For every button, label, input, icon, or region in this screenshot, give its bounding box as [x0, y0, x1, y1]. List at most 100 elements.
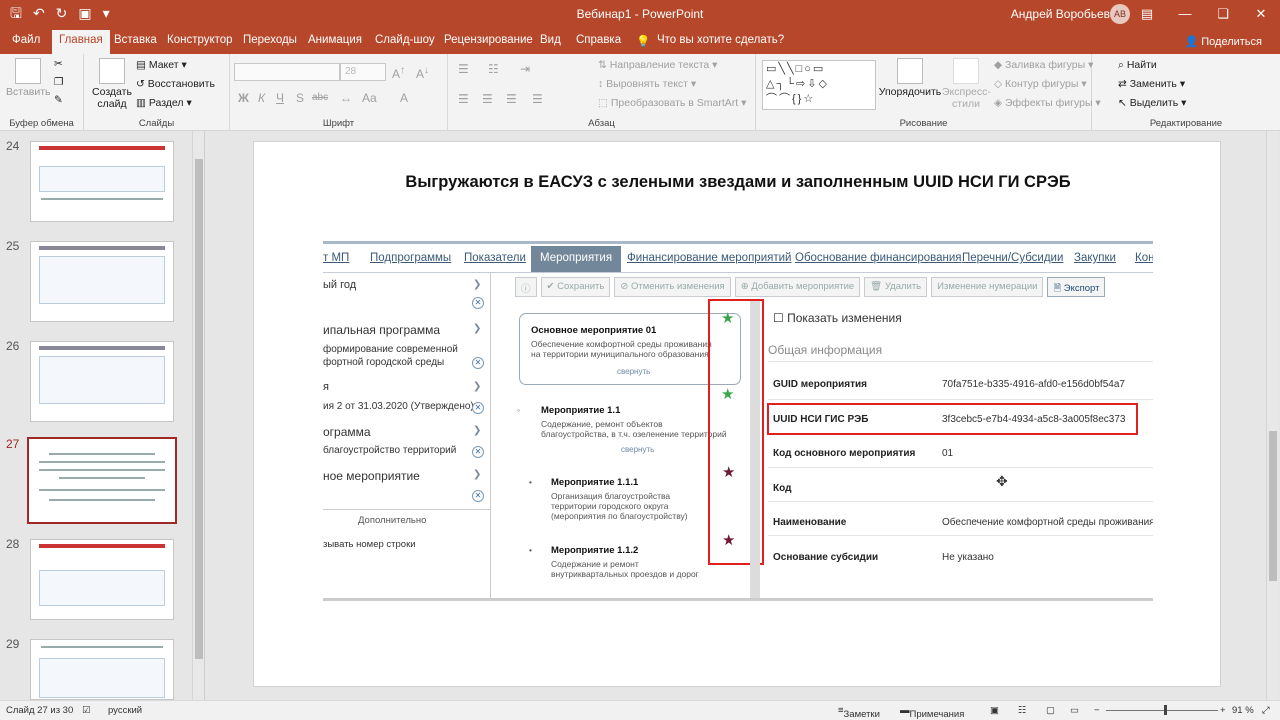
tab-help[interactable]: Справка: [576, 34, 621, 46]
group-slides: Создать слайд ▤ Макет ▾ ↺ Восстановить ▥…: [84, 54, 230, 131]
close-icon[interactable]: ✕: [1242, 0, 1280, 28]
shrink-font-icon[interactable]: A↓: [416, 65, 429, 81]
shape-effects-button[interactable]: ◈ Эффекты фигуры ▾: [994, 97, 1101, 109]
zoom-slider[interactable]: [1106, 710, 1218, 711]
bold-icon[interactable]: Ж: [238, 91, 249, 105]
avatar[interactable]: АВ: [1110, 4, 1130, 24]
italic-icon[interactable]: К: [258, 91, 265, 105]
arrange-button[interactable]: Упорядочить: [878, 58, 942, 98]
scrollbar-thumb[interactable]: [1269, 431, 1277, 581]
section-button[interactable]: ▥ Раздел ▾: [136, 97, 192, 109]
slide-thumbnail[interactable]: [30, 341, 174, 422]
shapes-gallery[interactable]: ▭╲╲□○▭ △┐└⇨⇩◇ ⌒⌒{}☆: [762, 60, 876, 110]
zoom-slider-thumb[interactable]: [1164, 705, 1167, 715]
share-button[interactable]: 👤 Поделиться: [1184, 35, 1262, 48]
scrollbar-thumb[interactable]: [195, 159, 203, 659]
embedded-screenshot[interactable]: т МП Подпрограммы Показатели Мероприятия…: [323, 241, 1153, 601]
chevron-right-icon: ❯: [473, 279, 482, 290]
strikethrough-icon[interactable]: abc: [312, 92, 328, 103]
tab-insert[interactable]: Вставка: [114, 34, 157, 46]
bullets-icon[interactable]: ☰: [458, 62, 469, 76]
slide-thumbnail[interactable]: [30, 539, 174, 620]
left-item: я: [323, 381, 329, 393]
tab-home[interactable]: Главная: [52, 30, 110, 54]
notes-button[interactable]: ≡ Заметки: [838, 705, 880, 720]
nav-procurement: Закупки: [1074, 252, 1116, 264]
thumb-title: [39, 246, 165, 250]
align-text-button[interactable]: ↕ Выровнять текст ▾: [598, 78, 696, 90]
reading-view-icon[interactable]: ▢: [1046, 705, 1055, 716]
spacing-icon[interactable]: ↔: [340, 91, 352, 105]
slide-scrollbar[interactable]: [1266, 131, 1278, 700]
underline-icon[interactable]: Ч: [276, 91, 284, 105]
shape-fill-button[interactable]: ◆ Заливка фигуры ▾: [994, 59, 1093, 71]
left-item: зывать номер строки: [323, 539, 416, 550]
export-button: 🗎 Экспорт: [1047, 277, 1106, 297]
slide-sorter-icon[interactable]: ☷: [1018, 705, 1027, 716]
align-text-label: Выровнять текст: [606, 78, 688, 90]
slide-canvas[interactable]: Выгружаются в ЕАСУЗ с зелеными звездами …: [253, 141, 1221, 687]
slide-thumbnail[interactable]: [30, 141, 174, 222]
language-indicator[interactable]: русский: [108, 705, 142, 716]
select-button[interactable]: ↖ Выделить ▾: [1118, 97, 1186, 109]
shadow-icon[interactable]: S: [296, 91, 304, 105]
align-left-icon[interactable]: ☰: [458, 92, 469, 106]
font-size-combo[interactable]: 28: [340, 63, 386, 81]
minimize-icon[interactable]: —: [1166, 0, 1204, 28]
font-name-combo[interactable]: [234, 63, 340, 81]
align-right-icon[interactable]: ☰: [506, 92, 517, 106]
slide-thumbnail-pane: 24 25 26 27 28 29: [0, 131, 205, 700]
tab-design[interactable]: Конструктор: [167, 34, 233, 46]
slideshow-icon[interactable]: ▭: [1070, 705, 1079, 716]
replace-button[interactable]: ⇄ Заменить ▾: [1118, 78, 1185, 90]
tell-me-box[interactable]: Что вы хотите сделать?: [657, 34, 784, 46]
shape-outline-button[interactable]: ◇ Контур фигуры ▾: [994, 78, 1087, 90]
fit-slide-icon[interactable]: ⤢: [1262, 705, 1270, 716]
paste-button[interactable]: Вставить: [6, 58, 51, 98]
restore-icon[interactable]: ❏: [1204, 0, 1242, 28]
slide-number: 27: [6, 437, 20, 451]
zoom-out-icon[interactable]: −: [1094, 705, 1100, 716]
zoom-level[interactable]: 91 %: [1232, 705, 1254, 716]
tab-animations[interactable]: Анимация: [308, 34, 362, 46]
tab-slideshow[interactable]: Слайд-шоу: [375, 34, 435, 46]
copy-icon[interactable]: ❐: [54, 76, 63, 88]
slide-thumbnail[interactable]: [27, 437, 177, 524]
chevron-right-icon: ❯: [473, 425, 482, 436]
layout-button[interactable]: ▤ Макет ▾: [136, 59, 187, 71]
indent-icon[interactable]: ⇥: [520, 62, 530, 76]
case-icon[interactable]: Aa: [362, 91, 377, 105]
tab-transitions[interactable]: Переходы: [243, 34, 297, 46]
user-name[interactable]: Андрей Воробьев: [1011, 7, 1110, 21]
justify-icon[interactable]: ☰: [532, 92, 543, 106]
zoom-in-icon[interactable]: +: [1220, 705, 1226, 716]
tab-file[interactable]: Файл: [12, 34, 40, 46]
font-color-icon[interactable]: A: [400, 91, 408, 105]
thumbnail-scrollbar[interactable]: [192, 131, 204, 700]
reset-button[interactable]: ↺ Восстановить: [136, 78, 215, 90]
tab-view[interactable]: Вид: [540, 34, 561, 46]
grow-font-icon[interactable]: A↑: [392, 65, 405, 81]
field-value: 70fa751e-b335-4916-afd0-e156d0bf54a7: [942, 379, 1125, 390]
quick-styles-button[interactable]: Экспресс-стили: [942, 58, 991, 110]
tab-review[interactable]: Рецензирование: [444, 34, 533, 46]
slide-thumbnail[interactable]: [30, 639, 174, 700]
new-slide-button[interactable]: Создать слайд: [90, 58, 134, 110]
slide-title[interactable]: Выгружаются в ЕАСУЗ с зелеными звездами …: [254, 173, 1222, 192]
numbering-icon[interactable]: ☷: [488, 62, 499, 76]
smartart-button[interactable]: ⬚ Преобразовать в SmartArt ▾: [598, 97, 746, 109]
comments-button[interactable]: ▬ Примечания: [900, 705, 964, 720]
align-center-icon[interactable]: ☰: [482, 92, 493, 106]
find-button[interactable]: ⌕ Найти: [1118, 59, 1157, 72]
spellcheck-icon[interactable]: ☑: [82, 705, 91, 716]
thumb-title: [39, 146, 165, 150]
slide-thumbnail[interactable]: [30, 241, 174, 322]
ribbon-tabs: Файл Главная Вставка Конструктор Переход…: [0, 28, 1280, 54]
normal-view-icon[interactable]: ▣: [990, 705, 999, 716]
ribbon-display-icon[interactable]: ▤: [1128, 0, 1166, 28]
cut-icon[interactable]: ✂: [54, 58, 63, 70]
font-group-label: Шрифт: [322, 118, 355, 129]
text-direction-button[interactable]: ⇅ Направление текста ▾: [598, 59, 717, 71]
format-painter-icon[interactable]: ✎: [54, 94, 63, 106]
replace-icon: ⇄: [1118, 78, 1130, 90]
